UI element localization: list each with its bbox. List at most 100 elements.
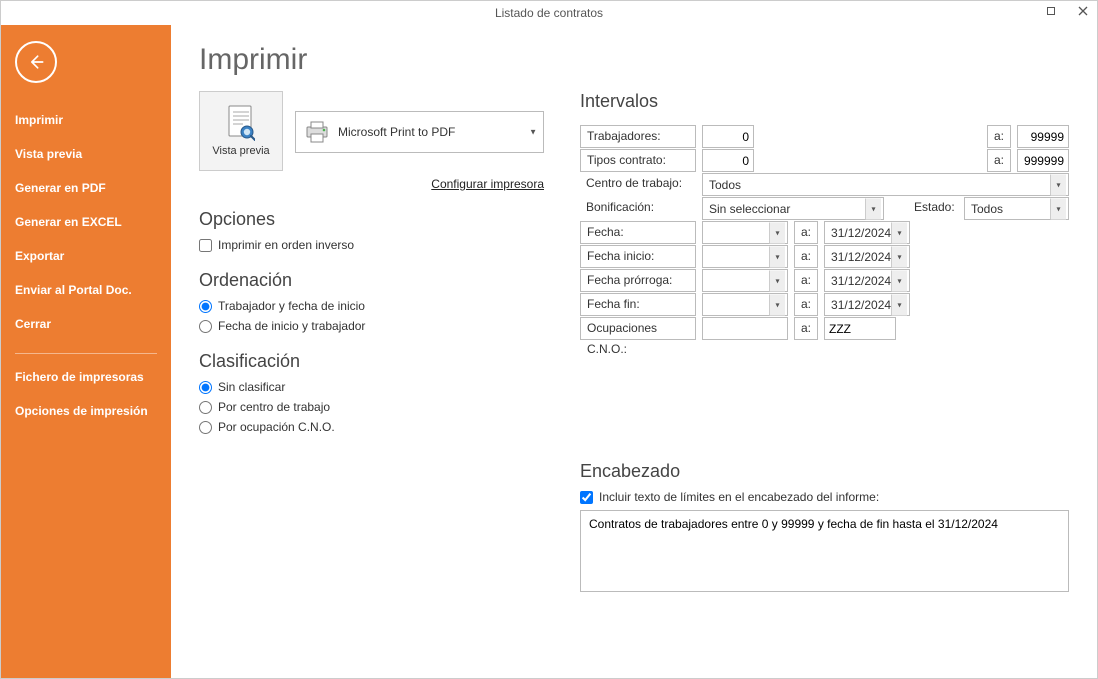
fecha-to-select[interactable]: 31/12/2024▾ xyxy=(824,221,910,244)
fecha-inicio-to-select[interactable]: 31/12/2024▾ xyxy=(824,245,910,268)
a-label-fecha: a: xyxy=(794,221,818,244)
sidebar-separator xyxy=(15,353,157,354)
estado-select[interactable]: Todos ▾ xyxy=(964,197,1069,220)
configure-printer-link[interactable]: Configurar impresora xyxy=(431,177,544,191)
clasificacion-heading: Clasificación xyxy=(199,351,544,372)
ocupaciones-label: Ocupaciones C.N.O.: xyxy=(580,317,696,340)
ordenacion-fecha-trabajador[interactable]: Fecha de inicio y trabajador xyxy=(199,319,544,333)
sidebar-item-generar-pdf[interactable]: Generar en PDF xyxy=(1,171,171,205)
clasificacion-r1-input[interactable] xyxy=(199,381,212,394)
ordenacion-r2-input[interactable] xyxy=(199,320,212,333)
clasificacion-r2-input[interactable] xyxy=(199,401,212,414)
printer-icon xyxy=(304,121,330,143)
page-title: Imprimir xyxy=(199,43,1069,77)
fecha-fin-from-select[interactable]: ▾ xyxy=(702,293,788,316)
intervalos-heading: Intervalos xyxy=(580,91,1069,112)
ordenacion-trabajador-fecha[interactable]: Trabajador y fecha de inicio xyxy=(199,299,544,313)
main-panel: Imprimir Vista previa xyxy=(171,25,1097,678)
ordenacion-r2-label: Fecha de inicio y trabajador xyxy=(218,319,365,333)
clasificacion-r1-label: Sin clasificar xyxy=(218,380,285,394)
bonificacion-value: Sin seleccionar xyxy=(709,202,790,216)
fecha-inicio-from-select[interactable]: ▾ xyxy=(702,245,788,268)
chevron-down-icon: ▾ xyxy=(769,246,785,267)
a-label-ocup: a: xyxy=(794,317,818,340)
fecha-prorroga-from-select[interactable]: ▾ xyxy=(702,269,788,292)
encabezado-textarea[interactable] xyxy=(580,510,1069,592)
estado-label: Estado: xyxy=(908,197,958,220)
a-label-finicio: a: xyxy=(794,245,818,268)
incluir-encabezado-label: Incluir texto de límites en el encabezad… xyxy=(599,490,879,504)
sidebar-item-imprimir[interactable]: Imprimir xyxy=(1,103,171,137)
vista-previa-button[interactable]: Vista previa xyxy=(199,91,283,171)
ocupaciones-to-input[interactable] xyxy=(824,317,896,340)
vista-previa-label: Vista previa xyxy=(212,145,269,157)
fecha-label: Fecha: xyxy=(580,221,696,244)
window-title: Listado de contratos xyxy=(495,6,603,20)
reverse-order-checkbox[interactable]: Imprimir en orden inverso xyxy=(199,238,544,252)
reverse-order-label: Imprimir en orden inverso xyxy=(218,238,354,252)
tipos-to-input[interactable] xyxy=(1017,149,1069,172)
trabajadores-to-input[interactable] xyxy=(1017,125,1069,148)
fecha-from-select[interactable]: ▾ xyxy=(702,221,788,244)
clasificacion-r2-label: Por centro de trabajo xyxy=(218,400,330,414)
sidebar-item-vista-previa[interactable]: Vista previa xyxy=(1,137,171,171)
ordenacion-r1-input[interactable] xyxy=(199,300,212,313)
encabezado-heading: Encabezado xyxy=(580,461,1069,482)
estado-value: Todos xyxy=(971,202,1003,216)
titlebar: Listado de contratos xyxy=(1,1,1097,25)
chevron-down-icon: ▾ xyxy=(865,198,881,219)
centro-select[interactable]: Todos ▾ xyxy=(702,173,1069,196)
printer-name: Microsoft Print to PDF xyxy=(338,125,455,139)
trabajadores-from-input[interactable] xyxy=(702,125,754,148)
fecha-prorroga-to-select[interactable]: 31/12/2024▾ xyxy=(824,269,910,292)
chevron-down-icon: ▾ xyxy=(1050,198,1066,219)
clasificacion-ocupacion[interactable]: Por ocupación C.N.O. xyxy=(199,420,544,434)
sidebar-item-opciones-impresion[interactable]: Opciones de impresión xyxy=(1,394,171,428)
a-label-fprorroga: a: xyxy=(794,269,818,292)
a-label-2: a: xyxy=(987,149,1011,172)
ocupaciones-from-input[interactable] xyxy=(702,317,788,340)
sidebar-item-generar-excel[interactable]: Generar en EXCEL xyxy=(1,205,171,239)
ordenacion-heading: Ordenación xyxy=(199,270,544,291)
chevron-down-icon: ▼ xyxy=(529,128,537,137)
a-label-ffin: a: xyxy=(794,293,818,316)
fecha-inicio-label: Fecha inicio: xyxy=(580,245,696,268)
clasificacion-centro[interactable]: Por centro de trabajo xyxy=(199,400,544,414)
fecha-fin-label: Fecha fin: xyxy=(580,293,696,316)
sidebar: Imprimir Vista previa Generar en PDF Gen… xyxy=(1,25,171,678)
sidebar-item-cerrar[interactable]: Cerrar xyxy=(1,307,171,341)
sidebar-item-exportar[interactable]: Exportar xyxy=(1,239,171,273)
centro-label: Centro de trabajo: xyxy=(580,173,696,196)
bonificacion-select[interactable]: Sin seleccionar ▾ xyxy=(702,197,884,220)
back-button[interactable] xyxy=(15,41,57,83)
fecha-fin-to-select[interactable]: 31/12/2024▾ xyxy=(824,293,910,316)
centro-value: Todos xyxy=(709,178,741,192)
tipos-from-input[interactable] xyxy=(702,149,754,172)
tipos-contrato-label: Tipos contrato: xyxy=(580,149,696,172)
sidebar-item-enviar-portal[interactable]: Enviar al Portal Doc. xyxy=(1,273,171,307)
fecha-prorroga-label: Fecha prórroga: xyxy=(580,269,696,292)
printer-select[interactable]: Microsoft Print to PDF ▼ xyxy=(295,111,544,153)
ordenacion-r1-label: Trabajador y fecha de inicio xyxy=(218,299,365,313)
trabajadores-label: Trabajadores: xyxy=(580,125,696,148)
reverse-order-input[interactable] xyxy=(199,239,212,252)
back-arrow-icon xyxy=(26,52,46,72)
window-close-button[interactable] xyxy=(1069,1,1097,21)
incluir-encabezado-input[interactable] xyxy=(580,491,593,504)
chevron-down-icon: ▾ xyxy=(891,294,907,315)
chevron-down-icon: ▾ xyxy=(769,222,785,243)
chevron-down-icon: ▾ xyxy=(891,246,907,267)
clasificacion-r3-label: Por ocupación C.N.O. xyxy=(218,420,335,434)
chevron-down-icon: ▾ xyxy=(891,270,907,291)
chevron-down-icon: ▾ xyxy=(769,270,785,291)
fecha-to-value: 31/12/2024 xyxy=(831,226,891,240)
document-magnify-icon xyxy=(227,105,255,141)
opciones-heading: Opciones xyxy=(199,209,544,230)
clasificacion-r3-input[interactable] xyxy=(199,421,212,434)
clasificacion-sin[interactable]: Sin clasificar xyxy=(199,380,544,394)
a-label: a: xyxy=(987,125,1011,148)
incluir-encabezado-checkbox[interactable]: Incluir texto de límites en el encabezad… xyxy=(580,490,1069,504)
sidebar-item-fichero-impresoras[interactable]: Fichero de impresoras xyxy=(1,360,171,394)
bonificacion-label: Bonificación: xyxy=(580,197,696,220)
window-restore-button[interactable] xyxy=(1037,1,1065,21)
